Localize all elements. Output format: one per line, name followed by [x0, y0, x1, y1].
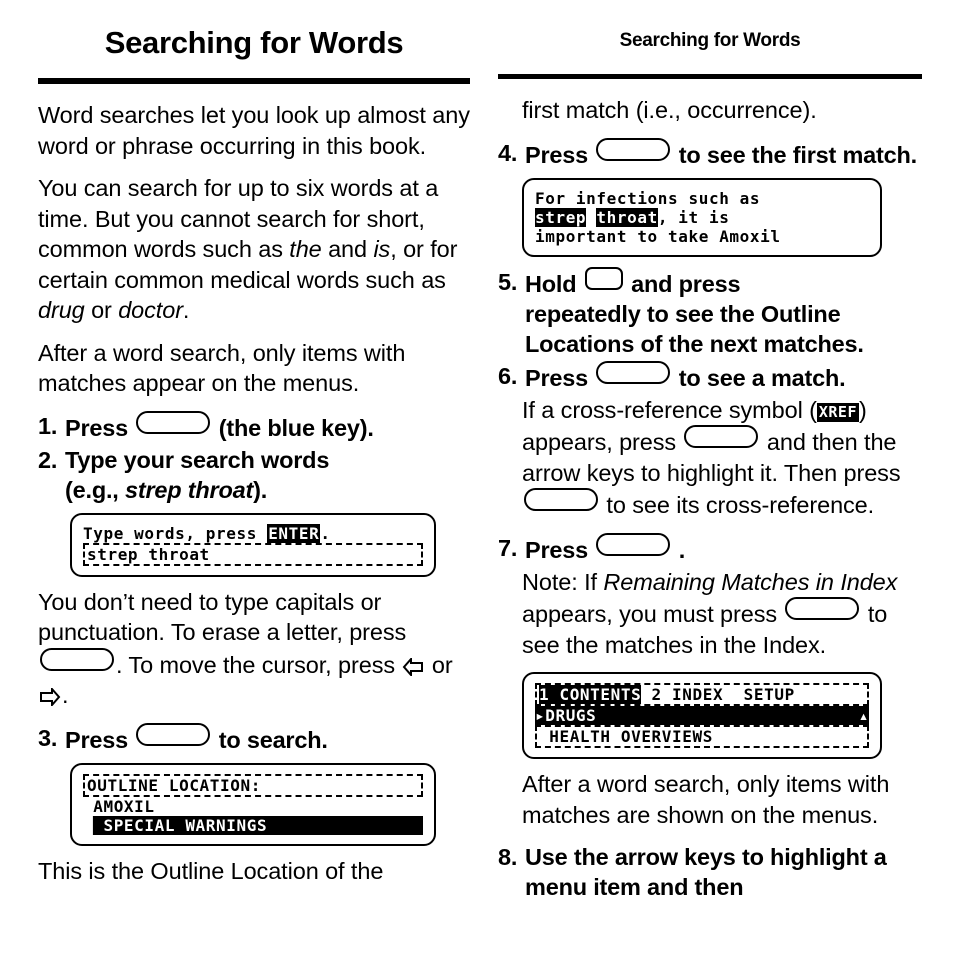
- step-7-text: Press .: [525, 532, 922, 565]
- lcd-screen-type-words: Type words, press ENTER. strep throat: [70, 512, 436, 577]
- key-pill-icon[interactable]: [524, 488, 598, 511]
- step-5-text: Hold and press repeatedly to see the Out…: [525, 266, 922, 359]
- lcd-line-match-1: For infections such as: [535, 188, 761, 208]
- key-small-square-icon[interactable]: [584, 266, 623, 290]
- lcd-screen-match-text: For infections such as strep throat, it …: [522, 177, 882, 257]
- step-1-text: Press (the blue key).: [65, 410, 470, 443]
- lcd-screen-main-menu: 1 CONTENTS 2 INDEX SETUP ▸DRUGS ▴ HEALTH …: [522, 672, 882, 759]
- arrow-left-icon[interactable]: [402, 657, 424, 676]
- italic-doctor: doctor: [118, 297, 183, 323]
- step-7: 7. Press .: [498, 532, 922, 565]
- page-title-left: Searching for Words: [104, 25, 404, 60]
- step-6: 6. Press to see a match.: [498, 360, 922, 393]
- step-6-number: 6.: [498, 362, 518, 389]
- lcd-line-match-3: important to take Amoxil: [535, 226, 781, 246]
- step-1: 1. Press (the blue key).: [38, 410, 470, 443]
- step-8-number: 8.: [498, 844, 518, 870]
- paragraph-outline-caption: This is the Outline Location of the: [38, 857, 384, 884]
- left-body: Word searches let you look up almost any…: [38, 84, 470, 886]
- lcd-line-outline-title: OUTLINE LOCATION:: [83, 773, 423, 797]
- paragraph-first-match: first match (i.e., occurrence).: [522, 97, 817, 123]
- lcd-menu-bar: 1 CONTENTS 2 INDEX SETUP: [535, 683, 869, 706]
- italic-the: the: [289, 236, 322, 262]
- step-4: 4. Press to see the first match.: [498, 137, 922, 170]
- step-3: 3. Press to search.: [38, 722, 470, 755]
- italic-strep-throat: strep throat: [124, 476, 254, 503]
- xref-symbol-badge: XREF: [816, 402, 859, 422]
- italic-is: is: [373, 236, 391, 262]
- lcd-input-row: strep throat: [83, 542, 423, 566]
- step-7-number: 7.: [498, 534, 518, 561]
- key-pill-icon[interactable]: [596, 360, 671, 384]
- page-title-right: Searching for Words: [619, 30, 801, 51]
- highlight-throat: throat: [596, 207, 658, 227]
- paragraph-typing-tips: You don’t need to type capitals or punct…: [38, 588, 453, 709]
- key-pill-icon[interactable]: [596, 137, 671, 161]
- right-column: Searching for Words first match (i.e., o…: [498, 0, 922, 904]
- italic-drug: drug: [38, 297, 85, 323]
- step-4-text: Press to see the first match.: [525, 137, 922, 170]
- menu-item-contents[interactable]: 1 CONTENTS: [539, 685, 642, 704]
- step-3-text: Press to search.: [65, 722, 470, 755]
- lcd-line-special-warnings[interactable]: █ SPECIAL WARNINGS: [83, 815, 423, 835]
- key-pill-icon[interactable]: [136, 722, 211, 746]
- lcd-line-prompt: Type words, press ENTER.: [83, 523, 331, 543]
- step-2-text: Type your search words (e.g., strep throa…: [65, 446, 330, 503]
- paragraph-intro: Word searches let you look up almost any…: [38, 102, 470, 159]
- step-3-number: 3.: [38, 724, 58, 751]
- left-column: Searching for Words Word searches let yo…: [38, 0, 470, 898]
- lcd-menu-item-health-overviews[interactable]: HEALTH OVERVIEWS: [535, 725, 869, 748]
- step-1-number: 1.: [38, 412, 58, 439]
- key-pill-icon[interactable]: [596, 532, 671, 556]
- step-2: 2. Type your search words (e.g., strep th…: [38, 445, 470, 505]
- key-pill-icon[interactable]: [40, 647, 114, 671]
- key-pill-icon[interactable]: [684, 425, 759, 448]
- lcd-line-match-2: strep throat, it is: [535, 207, 730, 227]
- lcd-screen-outline-location: OUTLINE LOCATION: AMOXIL █ SPECIAL WARNI…: [70, 762, 436, 846]
- paragraph-menus-filtered: After a word search, only items with mat…: [522, 771, 890, 828]
- key-pill-blank-icon[interactable]: [748, 266, 823, 290]
- manual-page: Searching for Words Word searches let yo…: [0, 0, 954, 954]
- key-pill-icon[interactable]: [785, 597, 860, 620]
- right-body: first match (i.e., occurrence). 4. Press…: [498, 79, 922, 902]
- lcd-search-input[interactable]: strep throat: [83, 542, 423, 566]
- step-8-text: Use the arrow keys to highlight a menu i…: [525, 844, 887, 900]
- key-pill-icon[interactable]: [136, 410, 211, 434]
- lcd-line-amoxil[interactable]: AMOXIL: [83, 797, 423, 816]
- step-6-text: Press to see a match.: [525, 360, 922, 393]
- paragraph-note-remaining-matches: Note: If Remaining Matches in Index appe…: [522, 568, 898, 658]
- step-5-number: 5.: [498, 268, 518, 295]
- step-8: 8. Use the arrow keys to highlight a men…: [498, 842, 922, 902]
- enter-key-badge: ENTER: [267, 523, 321, 543]
- paragraph-search-limits: You can search for up to six words at a …: [38, 175, 458, 323]
- lcd-menu-item-drugs[interactable]: ▸DRUGS ▴: [535, 706, 869, 725]
- italic-remaining-matches: Remaining Matches in Index: [603, 568, 898, 595]
- step-4-number: 4.: [498, 139, 518, 166]
- highlight-strep: strep: [535, 207, 587, 227]
- arrow-right-icon[interactable]: [39, 688, 61, 706]
- paragraph-menus: After a word search, only items with mat…: [38, 339, 406, 397]
- step-2-number: 2.: [38, 446, 58, 473]
- step-5: 5. Hold and press repeatedly to see the …: [498, 266, 922, 359]
- paragraph-cross-reference: If a cross-reference symbol (XREF) appea…: [522, 396, 901, 519]
